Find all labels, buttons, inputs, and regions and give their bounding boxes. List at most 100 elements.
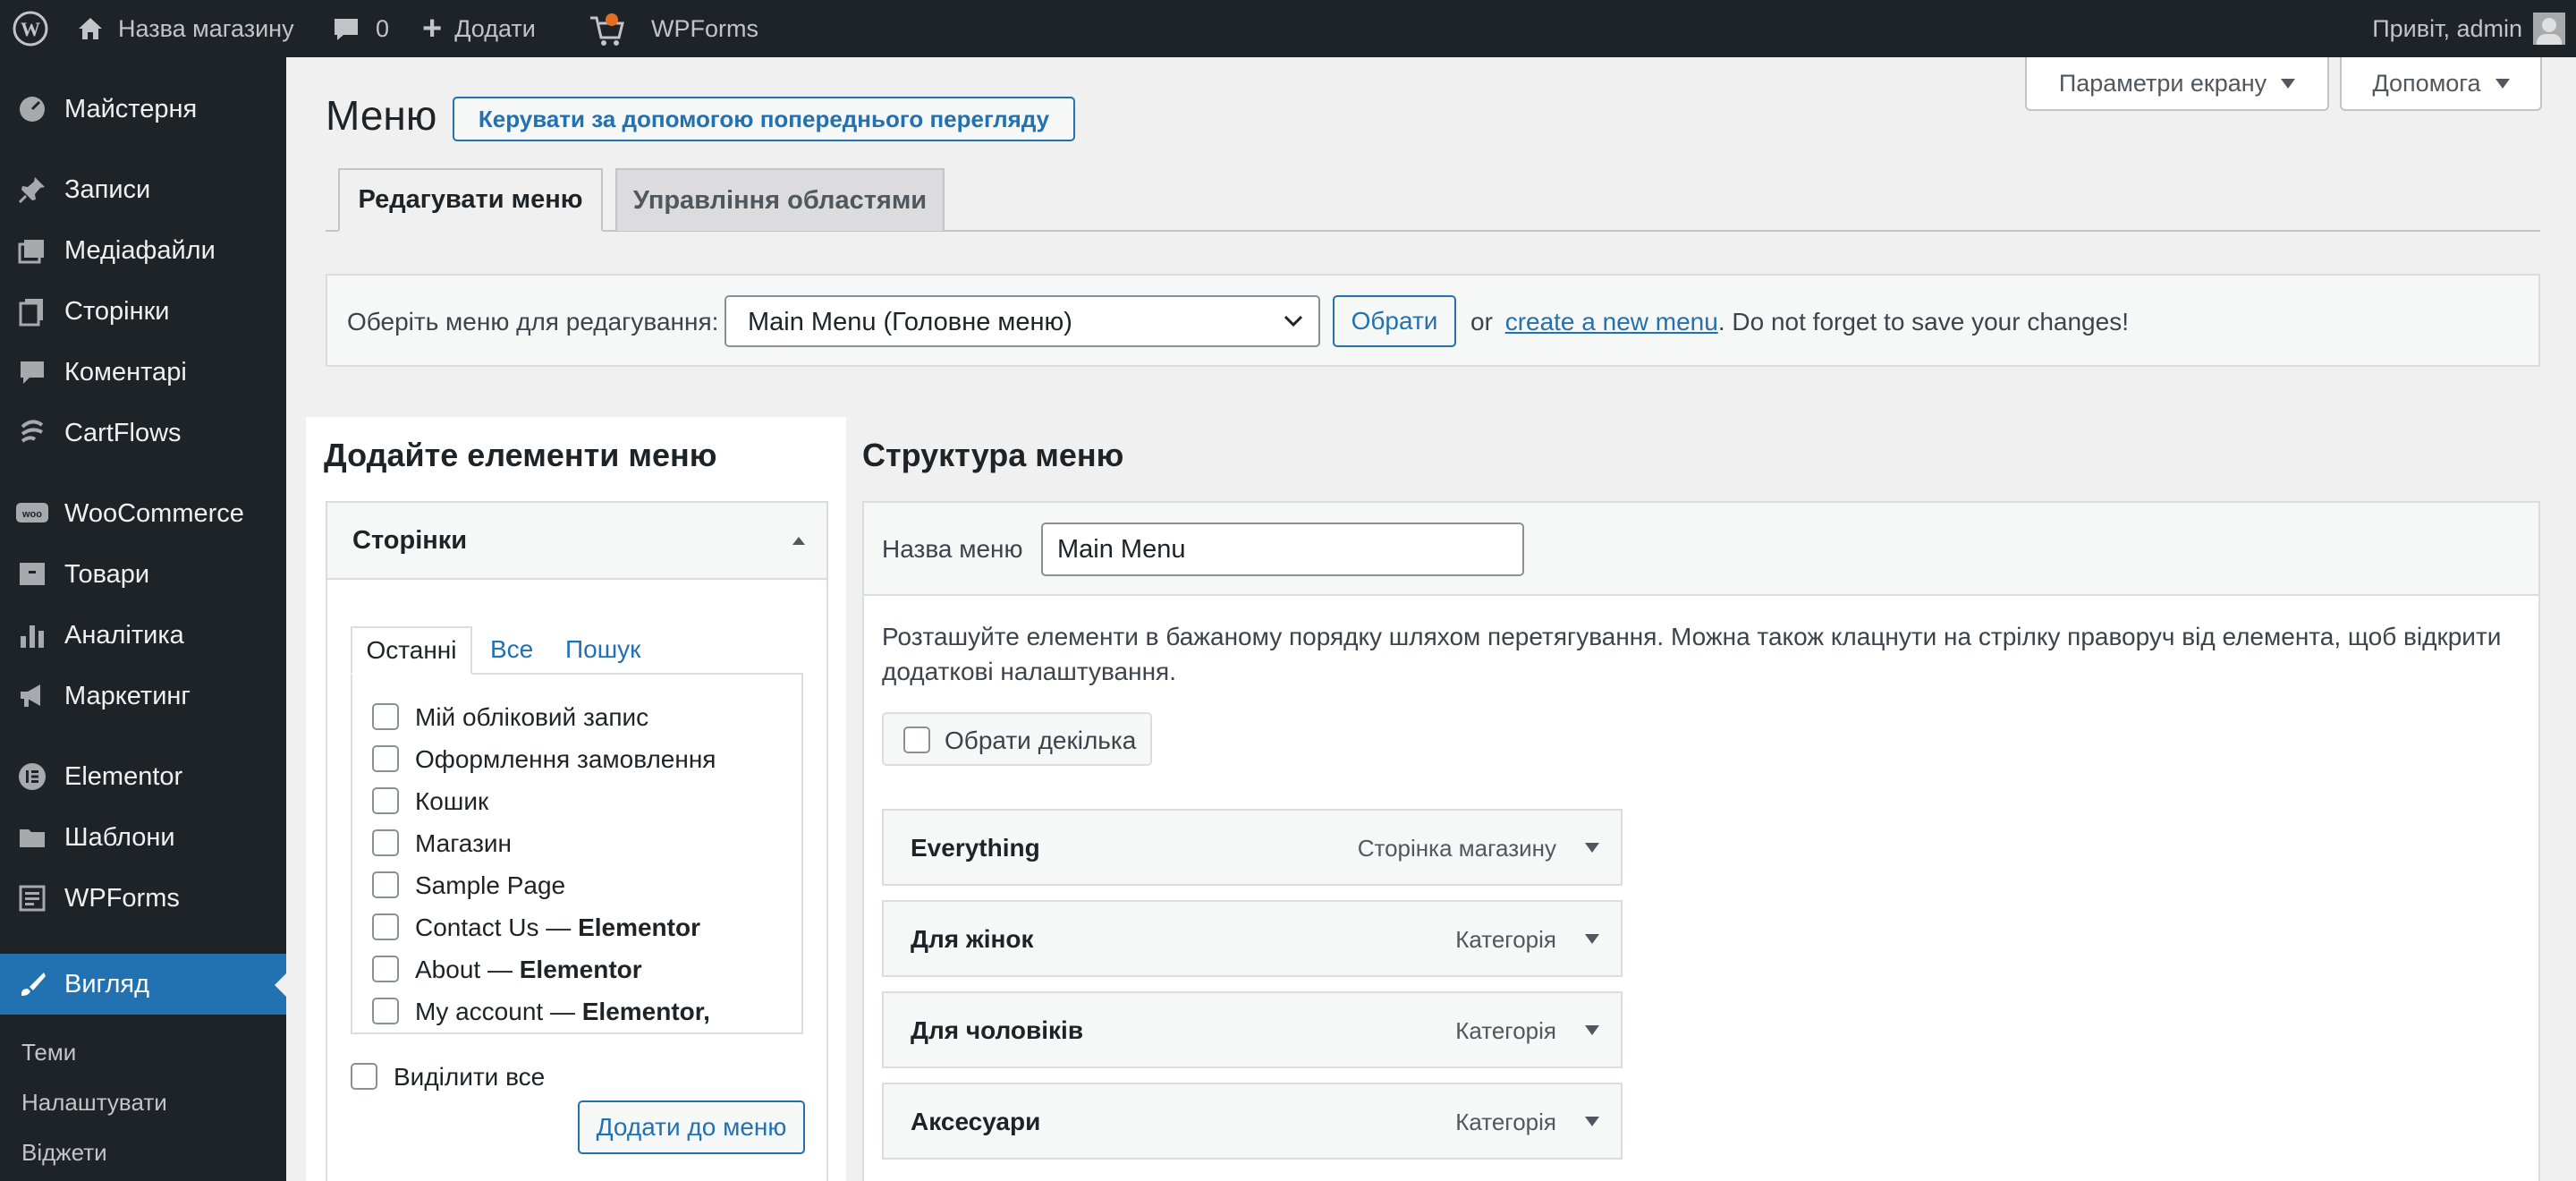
select-all-checkbox[interactable] — [351, 1063, 377, 1090]
page-checkbox[interactable] — [372, 829, 399, 856]
help-label: Допомога — [2372, 69, 2481, 97]
bulk-select-checkbox — [903, 726, 930, 753]
menu-name-label: Назва меню — [882, 535, 1023, 563]
menu-item-title: Аксесуари — [911, 1108, 1041, 1135]
plus-icon: + — [422, 9, 443, 47]
sidebar-item-label: Вигляд — [64, 969, 150, 998]
tab-manage-locations[interactable]: Управління областями — [615, 168, 945, 231]
submenu-item-themes[interactable]: Теми — [21, 1039, 76, 1066]
menu-select-value: Main Menu (Головне меню) — [748, 308, 1072, 336]
admin-bar: W Назва магазину 0 + Додати WPForms Прив… — [0, 0, 2576, 57]
choose-menu-button[interactable]: Обрати — [1333, 295, 1456, 347]
manage-with-preview-button[interactable]: Керувати за допомогою попереднього перег… — [453, 97, 1075, 141]
submenu-item-widgets[interactable]: Віджети — [21, 1139, 107, 1167]
pages-accordion-header[interactable]: Сторінки — [327, 503, 826, 580]
wpforms-icon — [14, 880, 50, 916]
site-name: Назва магазину — [118, 14, 294, 42]
recent-pages-list: Мій обліковий запис Оформлення замовленн… — [351, 673, 803, 1034]
comments-count: 0 — [376, 14, 390, 42]
sidebar-item-label: Записи — [64, 174, 151, 204]
cartflows-icon — [14, 415, 50, 451]
page-checkbox[interactable] — [372, 745, 399, 772]
triangle-down-icon[interactable] — [1585, 1025, 1599, 1035]
sidebar-item-media[interactable]: Медіафайли — [0, 220, 286, 281]
svg-text:woo: woo — [21, 509, 42, 520]
media-icon — [14, 233, 50, 268]
sidebar-item-dashboard[interactable]: Майстерня — [0, 79, 286, 140]
greeting: Привіт, admin — [2372, 14, 2522, 42]
dashboard-icon — [14, 91, 50, 127]
page-checkbox[interactable] — [372, 787, 399, 814]
menu-item-title: Everything — [911, 834, 1040, 862]
sidebar-item-elementor[interactable]: Elementor — [0, 746, 286, 807]
sidebar-item-posts[interactable]: Записи — [0, 159, 286, 220]
svg-text:W: W — [21, 18, 40, 40]
comments-link[interactable]: 0 — [331, 0, 389, 57]
page-title-text: About — — [415, 956, 520, 983]
account-menu[interactable]: Привіт, admin — [2372, 0, 2565, 57]
sidebar-item-pages[interactable]: Сторінки — [0, 281, 286, 342]
sidebar-item-cartflows[interactable]: CartFlows — [0, 403, 286, 463]
menu-item[interactable]: Everything Сторінка магазину — [882, 809, 1623, 886]
screen-options-label: Параметри екрану — [2058, 69, 2267, 97]
triangle-down-icon[interactable] — [1585, 1117, 1599, 1126]
sidebar-item-woocommerce[interactable]: woo WooCommerce — [0, 483, 286, 544]
menu-name-input[interactable] — [1041, 523, 1524, 576]
active-indicator — [275, 973, 286, 997]
page-title-text: My account — — [415, 998, 582, 1025]
home-icon — [79, 18, 102, 39]
sidebar-item-templates[interactable]: Шаблони — [0, 807, 286, 868]
bulk-select-button[interactable]: Обрати декілька — [882, 712, 1152, 766]
or-text: or — [1470, 308, 1493, 336]
sidebar-item-products[interactable]: Товари — [0, 544, 286, 605]
menu-select-dropdown[interactable]: Main Menu (Головне меню) — [724, 295, 1320, 347]
wordpress-logo-icon[interactable]: W — [13, 0, 48, 57]
products-icon — [14, 557, 50, 592]
tab-search-pages[interactable]: Пошук — [565, 635, 640, 664]
tab-all-pages[interactable]: Все — [490, 635, 533, 664]
sidebar-item-comments[interactable]: Коментарі — [0, 342, 286, 403]
tab-recent-pages[interactable]: Останні — [351, 626, 472, 675]
sidebar-item-analytics[interactable]: Аналітика — [0, 605, 286, 666]
sidebar-item-marketing[interactable]: Маркетинг — [0, 666, 286, 726]
analytics-icon — [14, 617, 50, 653]
menu-structure-heading: Структура меню — [862, 437, 1124, 473]
page-checkbox[interactable] — [372, 913, 399, 940]
new-label: Додати — [454, 14, 536, 42]
avatar — [2533, 13, 2565, 45]
menu-item-type: Категорія — [1455, 926, 1556, 953]
help-button[interactable]: Допомога — [2340, 57, 2542, 111]
pin-icon — [14, 172, 50, 208]
page-state: Elementor, — [581, 998, 710, 1025]
menu-item[interactable]: Для жінок Категорія — [882, 900, 1623, 977]
page-checkbox[interactable] — [372, 998, 399, 1024]
site-name-link[interactable]: Назва магазину — [75, 0, 294, 57]
menu-name-bar: Назва меню — [864, 503, 2538, 596]
create-menu-note: or create a new menu. Do not forget to s… — [1470, 308, 2129, 336]
triangle-down-icon[interactable] — [1585, 843, 1599, 853]
menu-item-type: Категорія — [1455, 1017, 1556, 1044]
create-new-menu-link[interactable]: create a new menu — [1505, 308, 1718, 336]
brush-icon — [14, 966, 50, 1002]
page-title: Оформлення замовлення — [415, 745, 716, 773]
triangle-down-icon[interactable] — [1585, 934, 1599, 944]
menu-item[interactable]: Аксесуари Категорія — [882, 1083, 1623, 1160]
sidebar-item-wpforms[interactable]: WPForms — [0, 868, 286, 929]
sidebar-item-label: Сторінки — [64, 296, 170, 326]
page-checkbox[interactable] — [372, 956, 399, 982]
sidebar-item-label: CartFlows — [64, 418, 182, 447]
screen-options-button[interactable]: Параметри екрану — [2025, 57, 2329, 111]
page-checkbox[interactable] — [372, 871, 399, 898]
sidebar-item-appearance[interactable]: Вигляд — [0, 954, 286, 1015]
page-title: Меню — [326, 92, 437, 139]
bulk-select-label: Обрати декілька — [945, 726, 1137, 754]
submenu-item-customize[interactable]: Налаштувати — [21, 1089, 167, 1117]
tab-edit-menus[interactable]: Редагувати меню — [338, 168, 603, 232]
wpforms-label: WPForms — [651, 14, 758, 42]
add-to-menu-button[interactable]: Додати до меню — [578, 1100, 805, 1154]
menu-item[interactable]: Для чоловіків Категорія — [882, 991, 1623, 1068]
new-content-link[interactable]: + Додати — [422, 0, 536, 57]
page-checkbox[interactable] — [372, 703, 399, 730]
select-menu-label: Оберіть меню для редагування: — [347, 308, 719, 336]
wpforms-link[interactable]: WPForms — [587, 0, 758, 57]
